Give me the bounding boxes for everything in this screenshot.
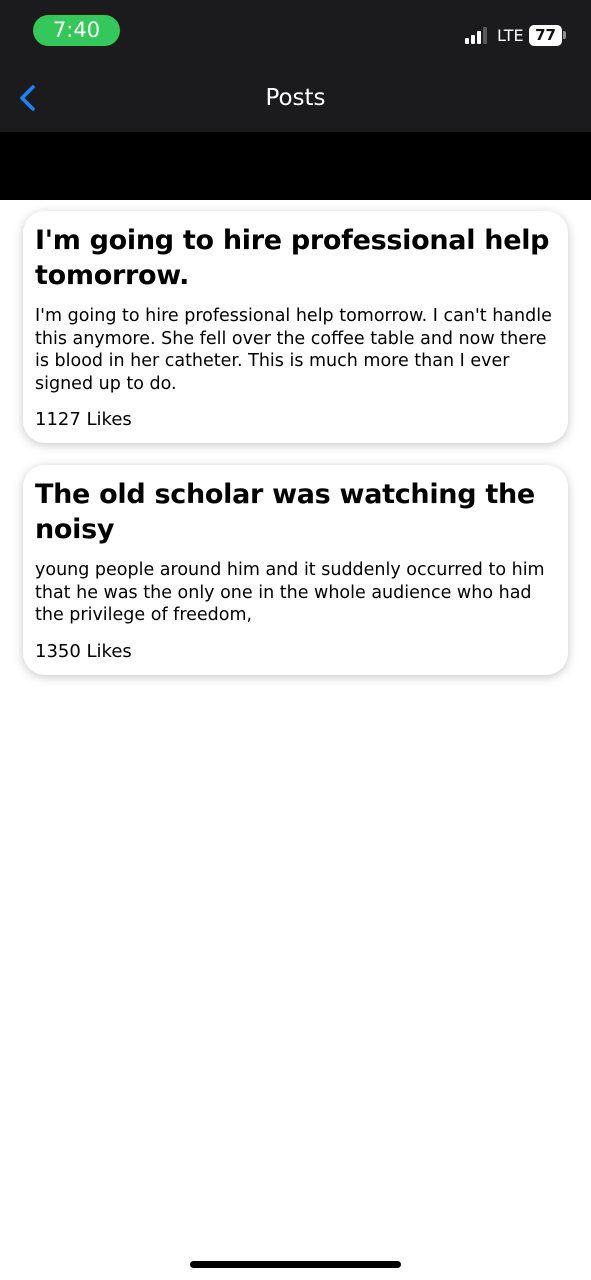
post-likes: 1127 Likes — [35, 409, 132, 430]
post-card[interactable]: I'm going to hire professional help tomo… — [23, 211, 568, 443]
header-band — [0, 132, 591, 200]
post-card[interactable]: The old scholar was watching the noisy y… — [23, 465, 568, 675]
page-title: Posts — [265, 85, 326, 111]
status-time: 7:40 — [33, 15, 120, 46]
post-title: The old scholar was watching the noisy — [35, 479, 535, 545]
post-body: young people around him and it suddenly … — [35, 560, 545, 625]
battery-tip — [563, 31, 566, 39]
post-list: I'm going to hire professional help tomo… — [23, 211, 568, 697]
home-indicator[interactable] — [190, 1261, 401, 1268]
network-type: LTE — [497, 26, 524, 45]
post-title: I'm going to hire professional help tomo… — [35, 225, 550, 291]
status-bar: 7:40 LTE 77 — [0, 0, 591, 62]
post-body: I'm going to hire professional help tomo… — [35, 306, 552, 394]
battery-icon: 77 — [529, 25, 562, 46]
nav-bar: Posts — [0, 62, 591, 132]
signal-strength-icon — [465, 27, 487, 44]
post-likes: 1350 Likes — [35, 640, 132, 662]
